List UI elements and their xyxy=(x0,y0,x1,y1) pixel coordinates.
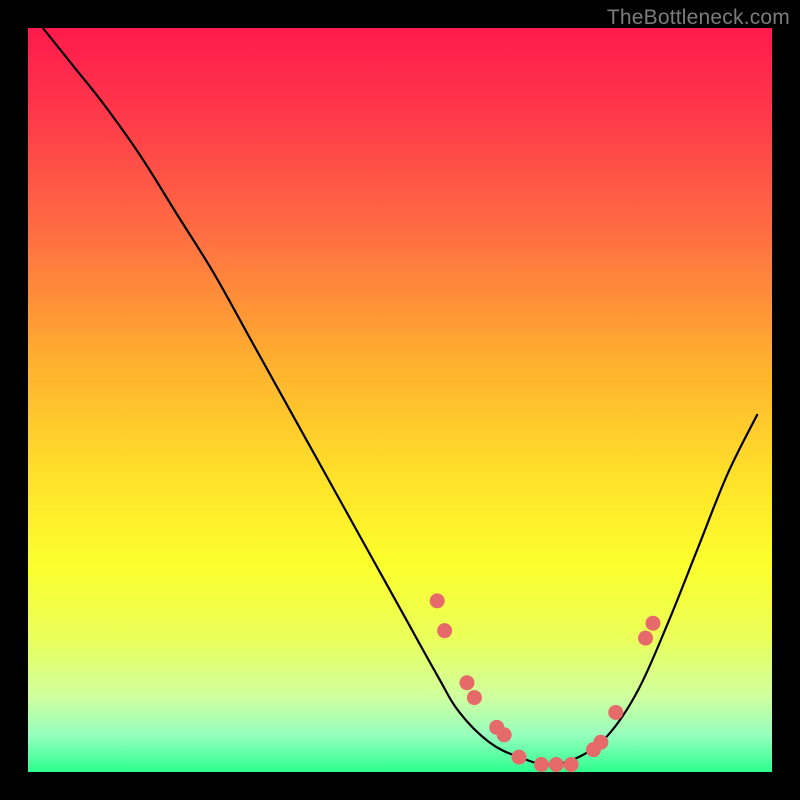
bottleneck-chart xyxy=(28,28,772,772)
bottleneck-curve-line xyxy=(43,28,757,765)
highlight-dot xyxy=(645,616,660,631)
highlight-dot xyxy=(430,593,445,608)
highlight-dot xyxy=(437,623,452,638)
highlight-dot xyxy=(608,705,623,720)
highlight-dot xyxy=(593,735,608,750)
highlight-dot xyxy=(467,690,482,705)
highlight-dot xyxy=(534,757,549,772)
highlight-dots-group xyxy=(430,593,661,772)
watermark-text: TheBottleneck.com xyxy=(607,6,790,30)
highlight-dot xyxy=(564,757,579,772)
highlight-dot xyxy=(549,757,564,772)
highlight-dot xyxy=(459,675,474,690)
highlight-dot xyxy=(497,727,512,742)
highlight-dot xyxy=(512,750,527,765)
highlight-dot xyxy=(638,631,653,646)
